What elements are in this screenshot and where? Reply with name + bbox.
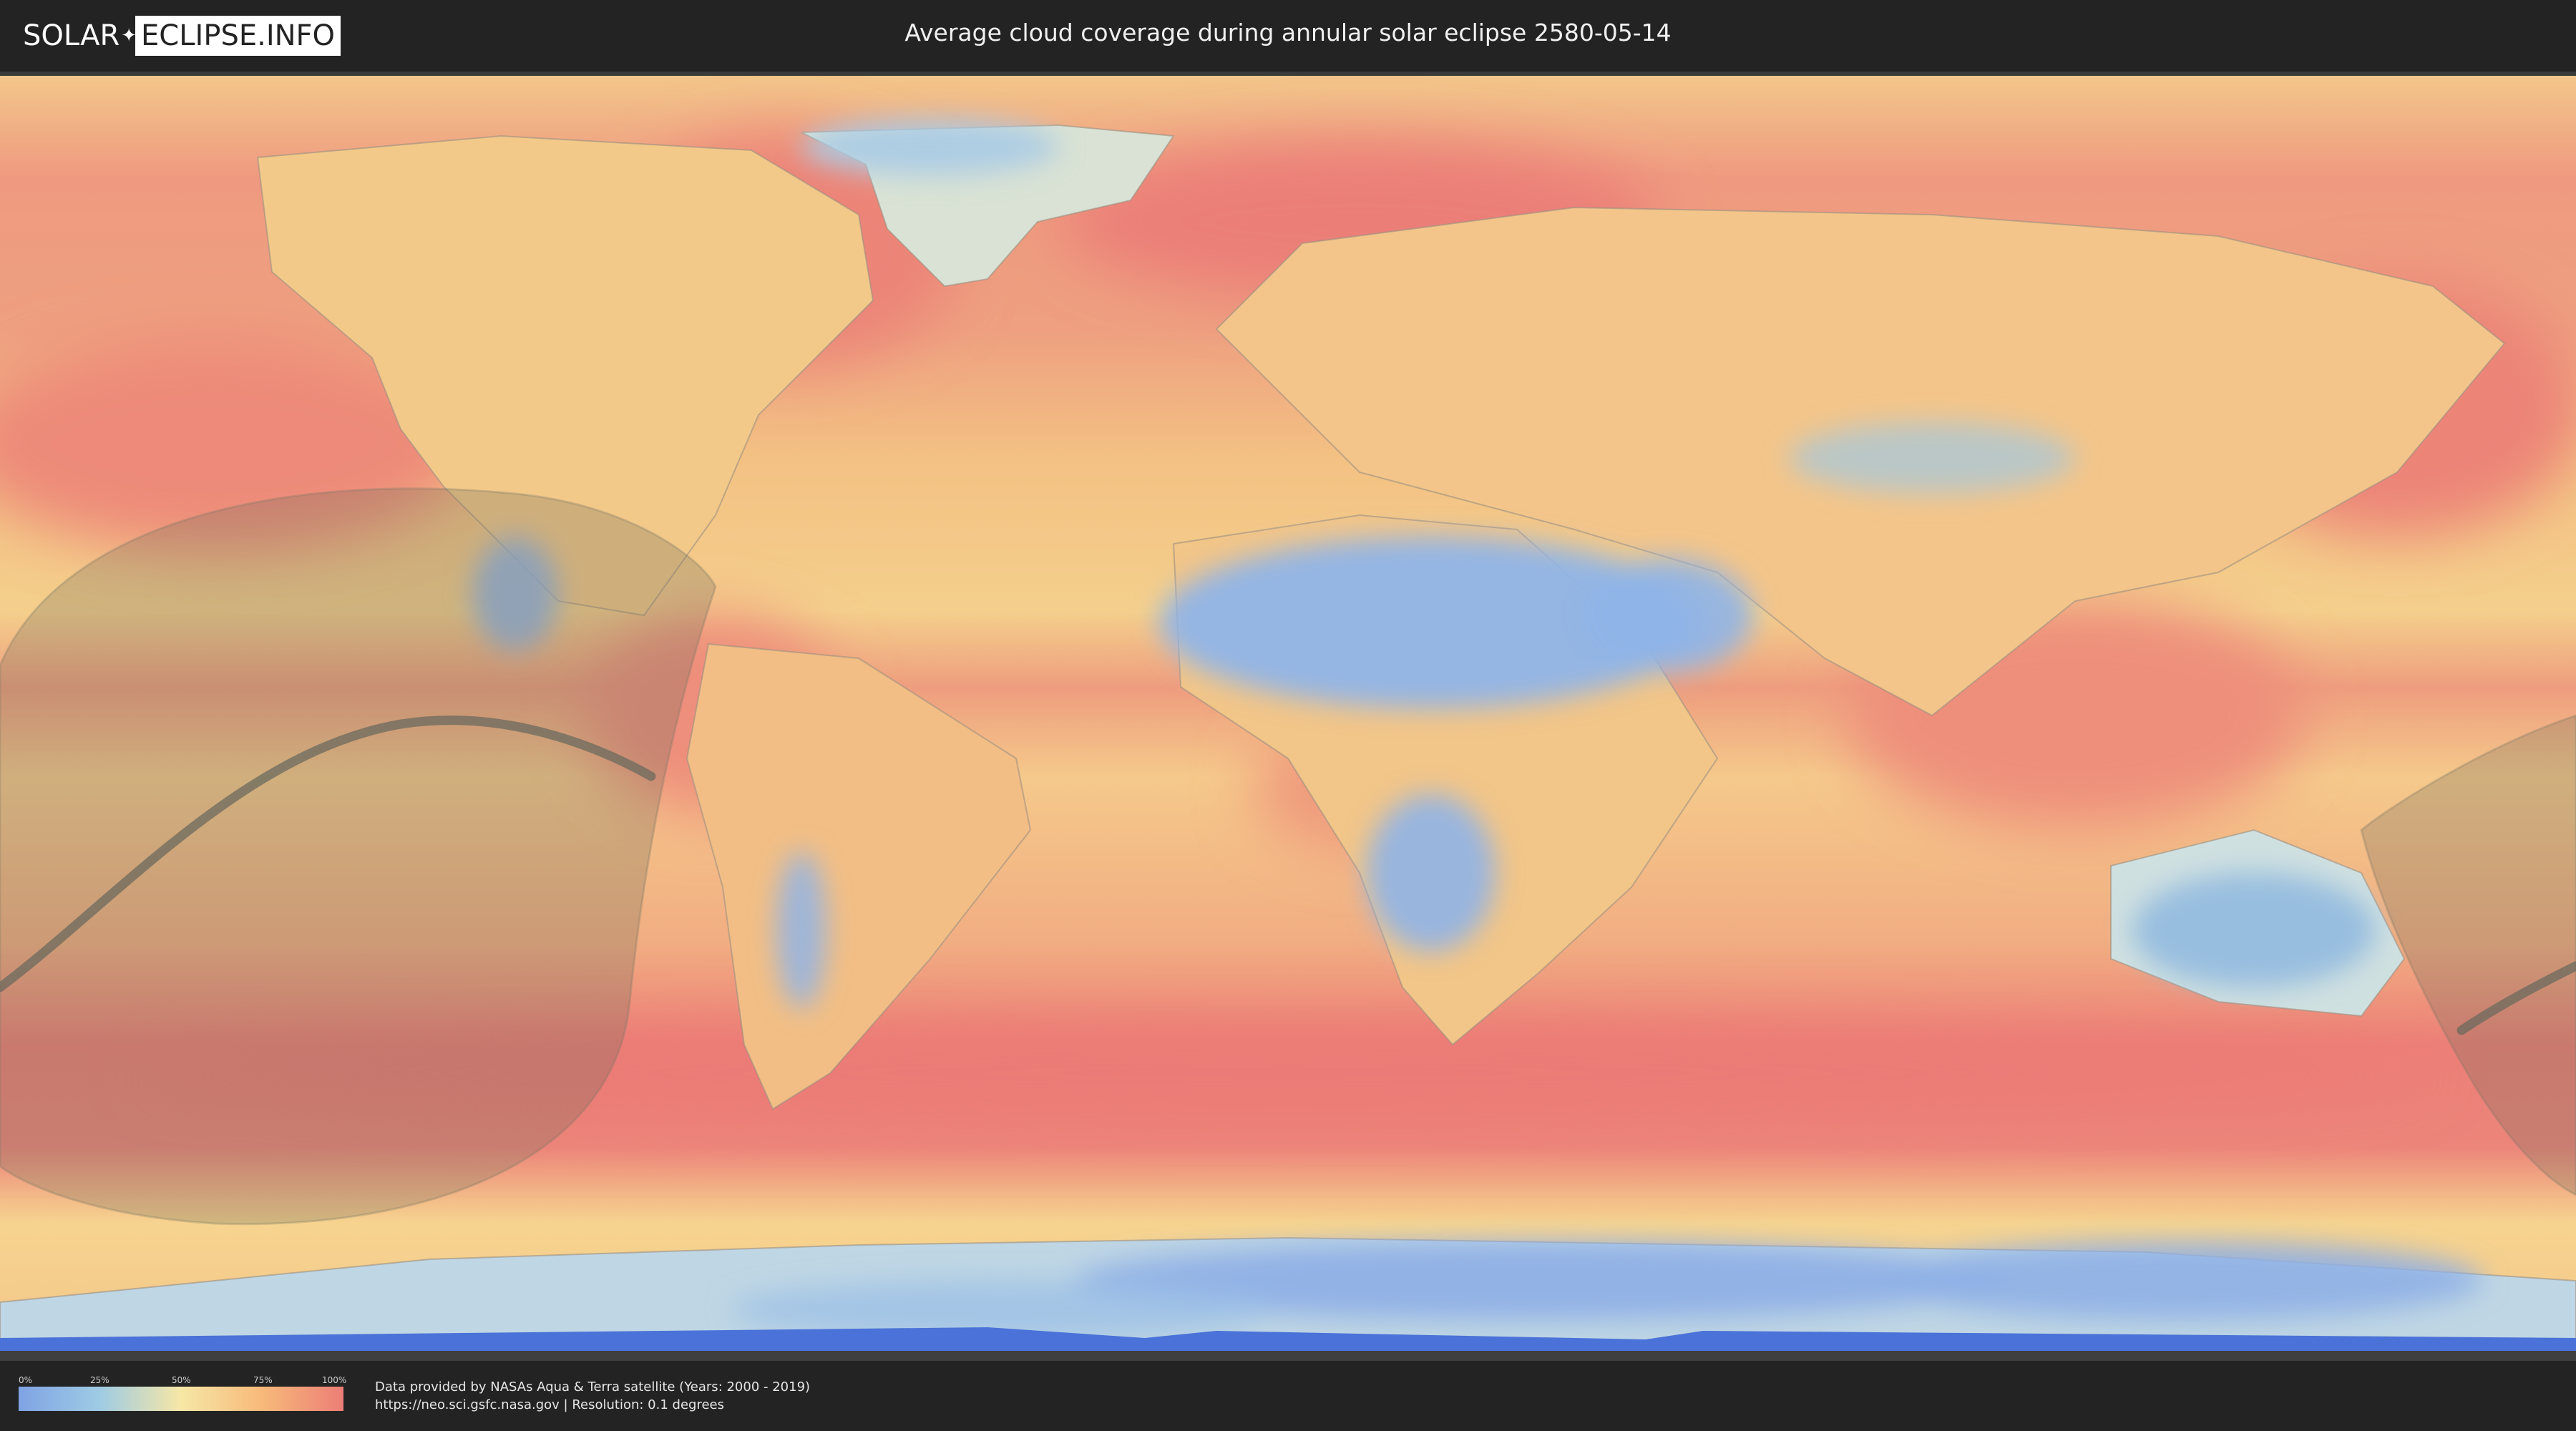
legend-tick-25: 25% bbox=[90, 1375, 109, 1385]
credits-line-1: Data provided by NASAs Aqua & Terra sate… bbox=[375, 1379, 811, 1395]
page-title: Average cloud coverage during annular so… bbox=[904, 19, 1672, 47]
legend-ticks: 0% 25% 50% 75% 100% bbox=[19, 1375, 347, 1387]
legend-tick-0: 0% bbox=[19, 1375, 33, 1385]
map-bottom-strip bbox=[0, 1351, 2576, 1361]
world-map-svg bbox=[0, 76, 2576, 1361]
header-bar: SOLAR ✦ ECLIPSE.INFO Average cloud cover… bbox=[0, 0, 2576, 72]
credits-line-2: https://neo.sci.gsfc.nasa.gov | Resoluti… bbox=[375, 1397, 724, 1412]
cloud-coverage-map[interactable] bbox=[0, 72, 2576, 1361]
cloud-coverage-legend: 0% 25% 50% 75% 100% bbox=[19, 1375, 347, 1411]
legend-tick-75: 75% bbox=[253, 1375, 273, 1385]
data-credits: Data provided by NASAs Aqua & Terra sate… bbox=[375, 1378, 810, 1414]
legend-tick-100: 100% bbox=[322, 1375, 347, 1385]
legend-color-bar bbox=[19, 1387, 343, 1411]
legend-tick-50: 50% bbox=[172, 1375, 191, 1385]
